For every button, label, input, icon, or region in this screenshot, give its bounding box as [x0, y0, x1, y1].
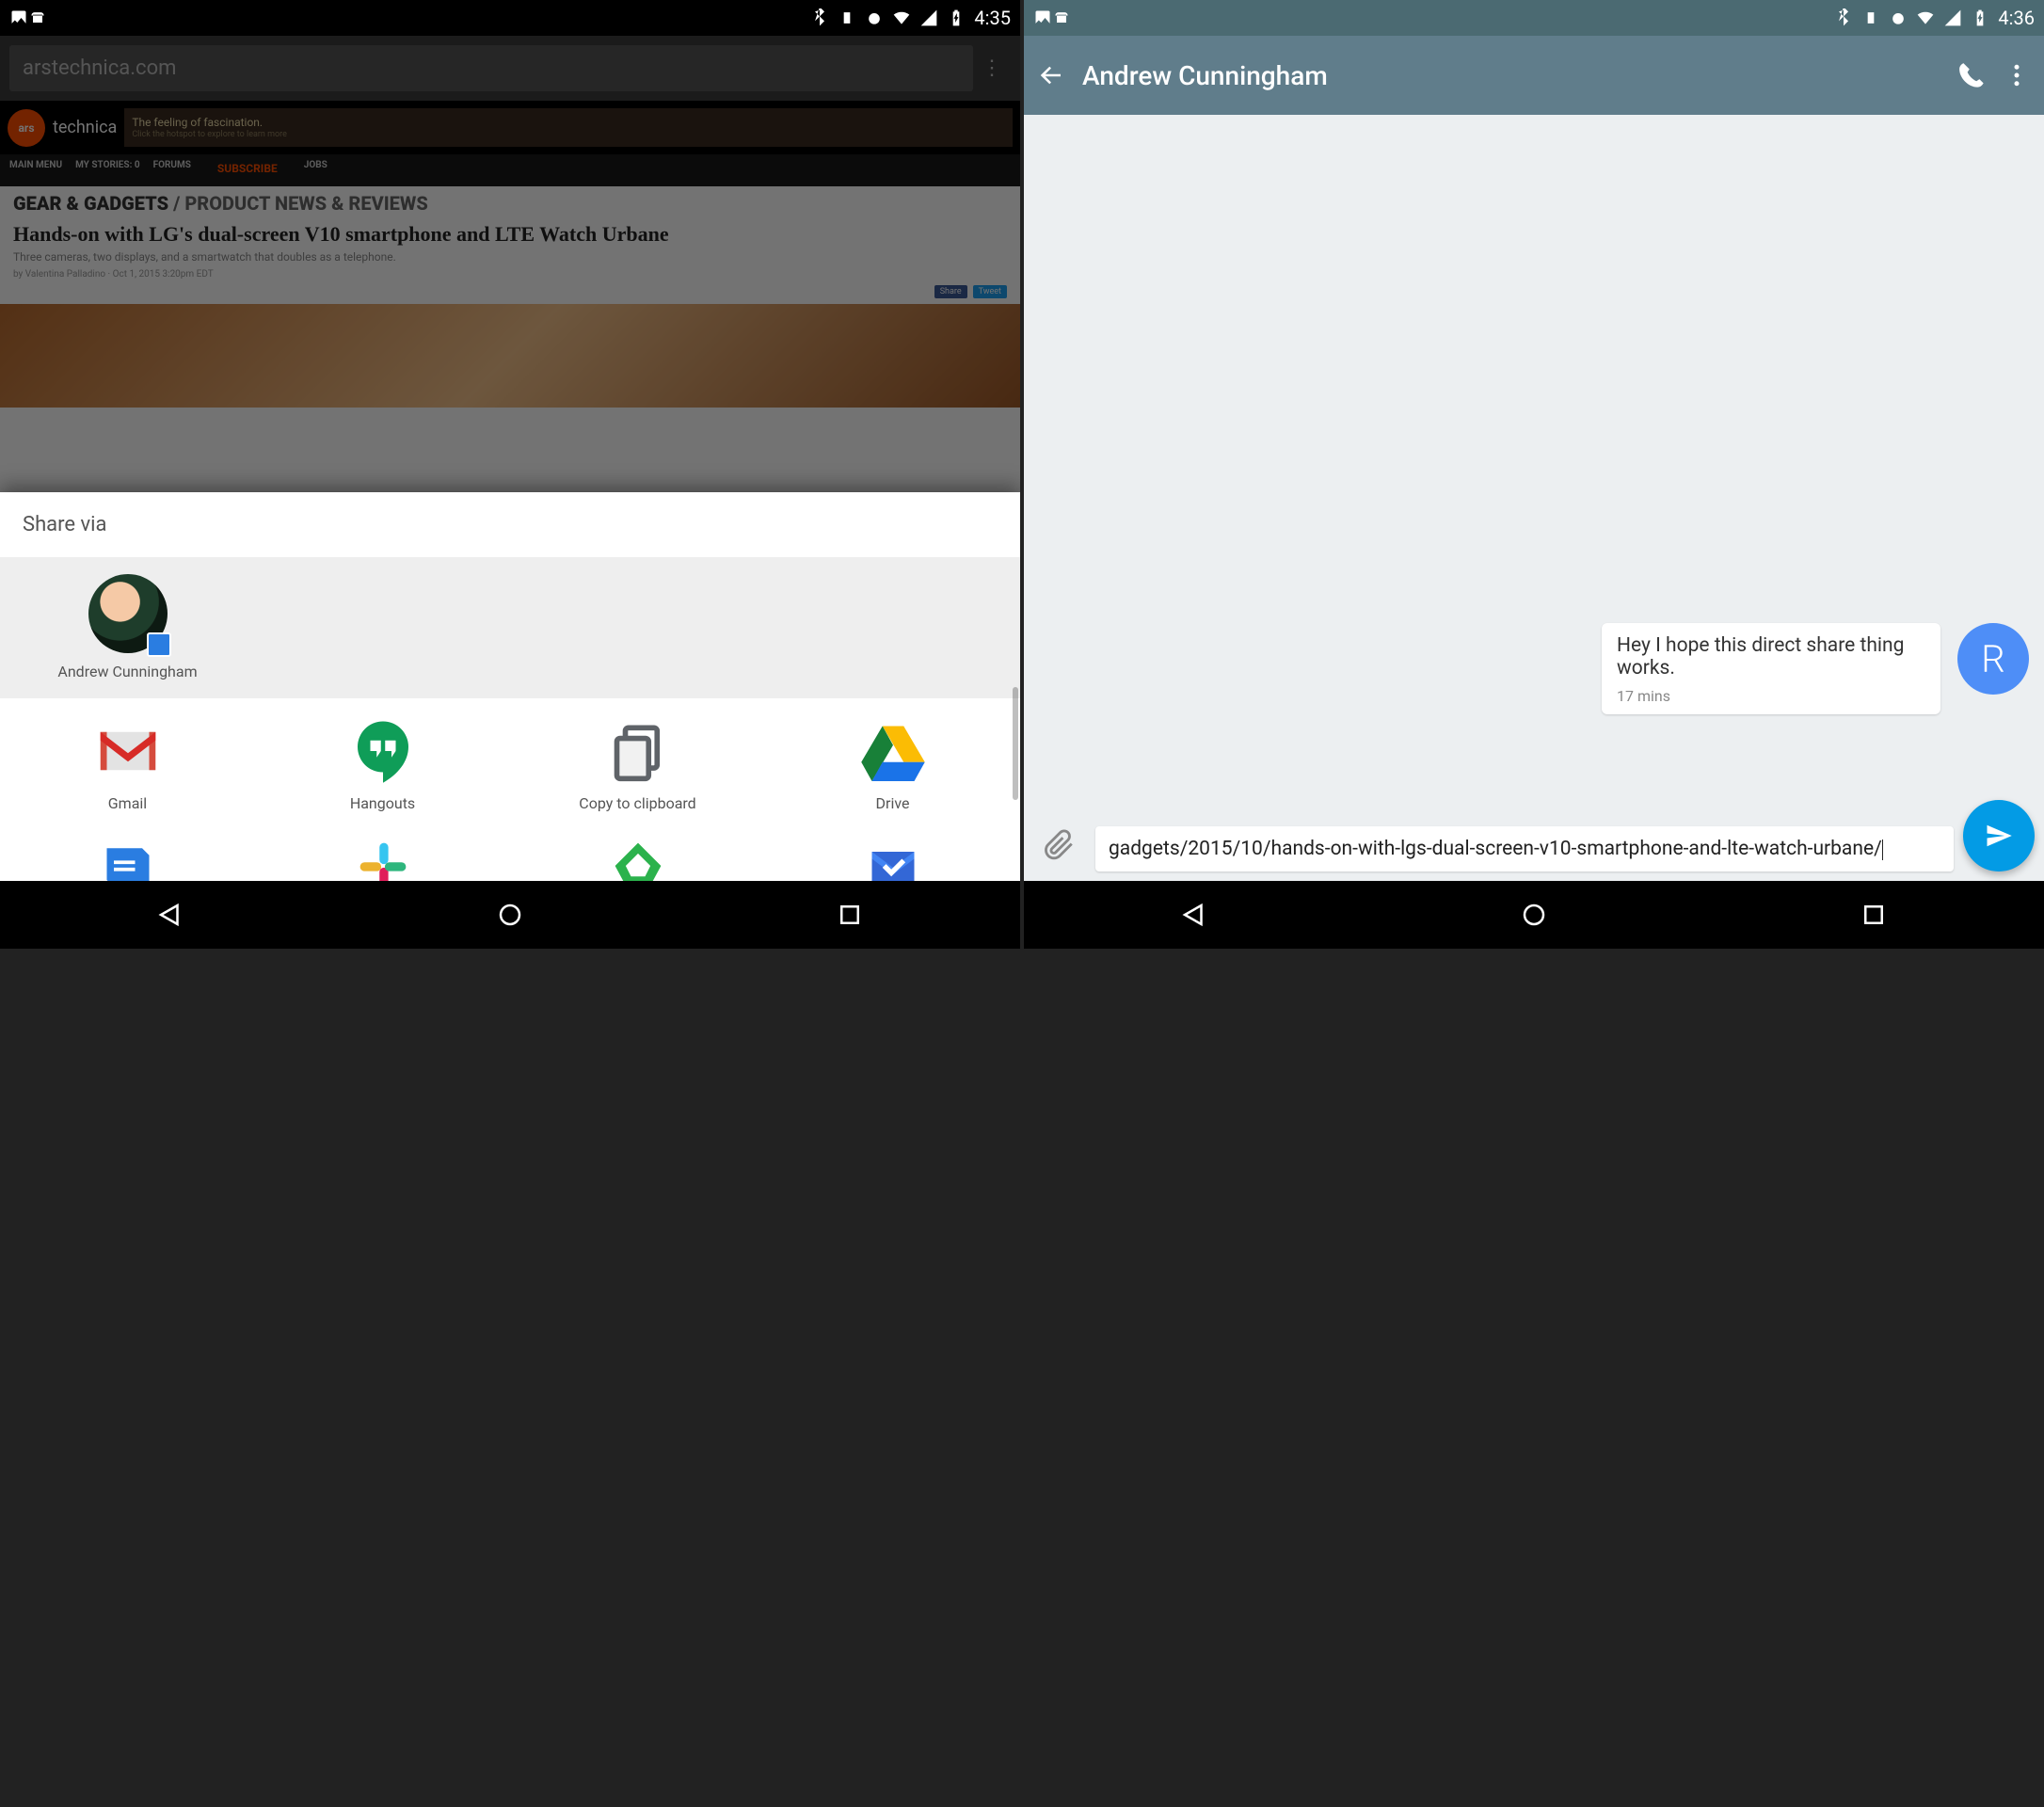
attach-button[interactable] — [1033, 819, 1086, 872]
signal-icon — [919, 8, 938, 27]
status-time: 4:36 — [1998, 7, 2035, 29]
article-subhead: Three cameras, two displays, and a smart… — [0, 248, 1020, 269]
gmail-icon — [94, 717, 162, 785]
alarm-icon — [865, 8, 884, 27]
browser-omnibar: arstechnica.com ⋮ — [0, 36, 1020, 101]
android-icon — [28, 8, 47, 27]
bluetooth-icon — [810, 8, 829, 27]
sender-avatar[interactable]: R — [1957, 623, 2029, 695]
messenger-badge-icon — [147, 632, 171, 657]
battery-charging-icon — [1971, 8, 1989, 27]
share-app-messenger[interactable] — [0, 838, 255, 881]
nav-bar — [0, 881, 1020, 949]
send-icon — [1985, 822, 2013, 850]
nav-back-icon[interactable] — [1180, 901, 1208, 929]
back-arrow-icon[interactable] — [1037, 61, 1065, 89]
share-app-inbox[interactable] — [765, 838, 1020, 881]
message-input[interactable]: gadgets/2015/10/hands-on-with-lgs-dual-s… — [1095, 826, 1954, 872]
article-hero-image — [0, 304, 1020, 408]
breadcrumb: GEAR & GADGETS / PRODUCT NEWS & REVIEWS — [0, 186, 1020, 220]
share-app-slack[interactable] — [255, 838, 510, 881]
image-icon — [9, 8, 28, 27]
alarm-icon — [1889, 8, 1908, 27]
share-title: Share via — [0, 492, 1020, 557]
arstechnica-word: technica — [53, 118, 117, 137]
banner-ad[interactable]: The feeling of fascination. Click the ho… — [124, 108, 1013, 147]
android-icon — [1052, 8, 1071, 27]
message-bubble[interactable]: Hey I hope this direct share thing works… — [1602, 623, 1940, 714]
call-icon[interactable] — [1957, 61, 1986, 89]
hangouts-icon — [349, 717, 417, 785]
nav-back-icon[interactable] — [156, 901, 184, 929]
nav-home-icon[interactable] — [1520, 901, 1548, 929]
share-app-gmail[interactable]: Gmail — [0, 717, 255, 813]
vibrate-icon — [838, 8, 856, 27]
share-app-drive[interactable]: Drive — [765, 717, 1020, 813]
contact-avatar — [88, 574, 168, 653]
site-nav[interactable]: MAIN MENU MY STORIES: 0 FORUMS SUBSCRIBE… — [0, 154, 1020, 186]
status-bar: 4:36 — [1024, 0, 2044, 36]
send-button[interactable] — [1963, 800, 2035, 872]
conversation-area[interactable]: Hey I hope this direct share thing works… — [1024, 115, 2044, 881]
nav-recents-icon[interactable] — [1860, 901, 1888, 929]
nav-recents-icon[interactable] — [836, 901, 864, 929]
share-app-clipboard[interactable]: Copy to clipboard — [510, 717, 765, 813]
share-twitter[interactable]: Tweet — [973, 285, 1007, 298]
signal-icon — [1943, 8, 1962, 27]
share-facebook[interactable]: Share — [934, 285, 967, 298]
status-time: 4:35 — [974, 7, 1011, 29]
nav-bar — [1024, 881, 2044, 949]
share-app-feedly[interactable] — [510, 838, 765, 881]
conversation-title: Andrew Cunningham — [1082, 60, 1940, 91]
message-time: 17 mins — [1617, 687, 1925, 705]
vibrate-icon — [1861, 8, 1880, 27]
status-bar: 4:35 — [0, 0, 1020, 36]
image-icon — [1033, 8, 1052, 27]
share-sheet[interactable]: Share via Andrew Cunningham Gmail — [0, 492, 1020, 881]
wifi-icon — [892, 8, 911, 27]
arstechnica-logo: ars — [8, 109, 45, 147]
more-menu-icon[interactable] — [2003, 61, 2031, 89]
url-field[interactable]: arstechnica.com — [9, 45, 973, 91]
drive-icon — [859, 717, 927, 785]
compose-bar: gadgets/2015/10/hands-on-with-lgs-dual-s… — [1033, 800, 2035, 872]
direct-share-contact[interactable]: Andrew Cunningham — [0, 574, 255, 681]
attachment-icon — [1044, 829, 1076, 861]
message-text: Hey I hope this direct share thing works… — [1617, 634, 1925, 680]
clipboard-icon — [604, 717, 672, 785]
share-app-hangouts[interactable]: Hangouts — [255, 717, 510, 813]
app-bar: Andrew Cunningham — [1024, 36, 2044, 115]
article-byline: by Valentina Palladino · Oct 1, 2015 3:2… — [0, 269, 1020, 285]
battery-charging-icon — [947, 8, 966, 27]
browser-menu-icon[interactable]: ⋮ — [973, 56, 1011, 80]
share-scrollbar[interactable] — [1013, 687, 1018, 800]
article-headline: Hands-on with LG's dual-screen V10 smart… — [0, 220, 1020, 248]
nav-home-icon[interactable] — [496, 901, 524, 929]
bluetooth-icon — [1834, 8, 1853, 27]
wifi-icon — [1916, 8, 1935, 27]
